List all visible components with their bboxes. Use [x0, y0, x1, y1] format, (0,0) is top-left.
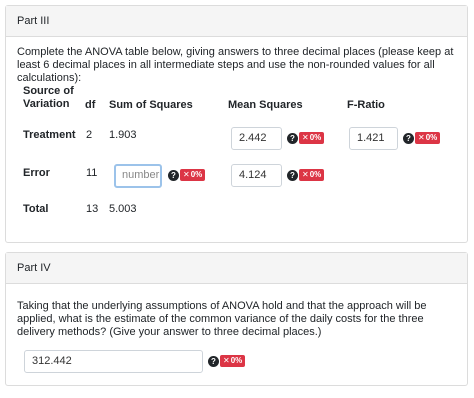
help-icon[interactable]: ?: [208, 356, 219, 367]
score-label: 0%: [309, 133, 322, 142]
score-label: 0%: [190, 170, 203, 179]
score-badge: ✕0%: [299, 132, 325, 144]
score-label: 0%: [309, 170, 322, 179]
part-4-question: Taking that the underlying assumptions o…: [17, 300, 427, 338]
part-4-card: Part IV Taking that the underlying assum…: [5, 252, 468, 386]
score-badge: ✕0%: [220, 355, 246, 367]
score-badge: ✕0%: [415, 132, 441, 144]
header-df: df: [85, 99, 96, 111]
score-label: 0%: [230, 356, 243, 365]
treatment-mean-squares-input[interactable]: 2.442: [231, 127, 282, 150]
help-icon[interactable]: ?: [403, 133, 414, 144]
header-sum-of-squares: Sum of Squares: [109, 99, 193, 111]
header-mean-squares: Mean Squares: [228, 99, 303, 111]
cross-icon: ✕: [223, 356, 230, 365]
error-sum-of-squares-input[interactable]: number: [114, 164, 162, 188]
header-f-ratio: F-Ratio: [347, 99, 385, 111]
row-treatment-ss: 1.903: [109, 129, 137, 141]
part-4-header: Part IV: [6, 253, 467, 284]
treatment-f-ratio-input[interactable]: 1.421: [349, 127, 398, 150]
row-error-source: Error: [23, 167, 50, 179]
row-treatment-df: 2: [86, 129, 93, 141]
error-mean-squares-input[interactable]: 4.124: [231, 164, 282, 187]
part-3-card: Part III Complete the ANOVA table below,…: [5, 5, 468, 243]
row-treatment-source: Treatment: [23, 129, 76, 141]
common-variance-input[interactable]: 312.442: [24, 350, 203, 373]
cross-icon: ✕: [302, 133, 309, 142]
cross-icon: ✕: [418, 133, 425, 142]
row-total-source: Total: [23, 203, 49, 215]
score-label: 0%: [425, 133, 438, 142]
score-badge: ✕0%: [299, 169, 325, 181]
score-badge: ✕0%: [180, 169, 206, 181]
header-source-line1: Source of: [23, 85, 74, 97]
help-icon[interactable]: ?: [168, 170, 179, 181]
row-total-df: 13: [86, 203, 99, 215]
header-source: Source of Variation: [23, 85, 74, 111]
row-error-df: 11: [86, 167, 98, 179]
header-source-line2: Variation: [23, 98, 70, 110]
help-icon[interactable]: ?: [287, 170, 298, 181]
cross-icon: ✕: [183, 170, 190, 179]
cross-icon: ✕: [302, 170, 309, 179]
help-icon[interactable]: ?: [287, 133, 298, 144]
part-3-instructions: Complete the ANOVA table below, giving a…: [17, 46, 454, 84]
part-3-header: Part III: [6, 6, 467, 37]
row-total-ss: 5.003: [109, 203, 137, 215]
